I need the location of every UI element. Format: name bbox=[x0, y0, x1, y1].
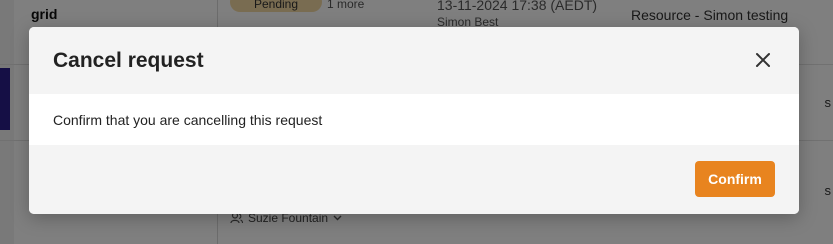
dialog-footer: Confirm bbox=[29, 145, 799, 214]
confirm-button[interactable]: Confirm bbox=[695, 161, 775, 197]
close-button[interactable] bbox=[751, 48, 775, 72]
dialog-body: Confirm that you are cancelling this req… bbox=[29, 94, 799, 145]
cancel-request-dialog: Cancel request Confirm that you are canc… bbox=[29, 27, 799, 214]
close-icon bbox=[756, 53, 770, 67]
dialog-header: Cancel request bbox=[29, 27, 799, 94]
dialog-title: Cancel request bbox=[53, 48, 204, 72]
dialog-message: Confirm that you are cancelling this req… bbox=[53, 111, 323, 128]
